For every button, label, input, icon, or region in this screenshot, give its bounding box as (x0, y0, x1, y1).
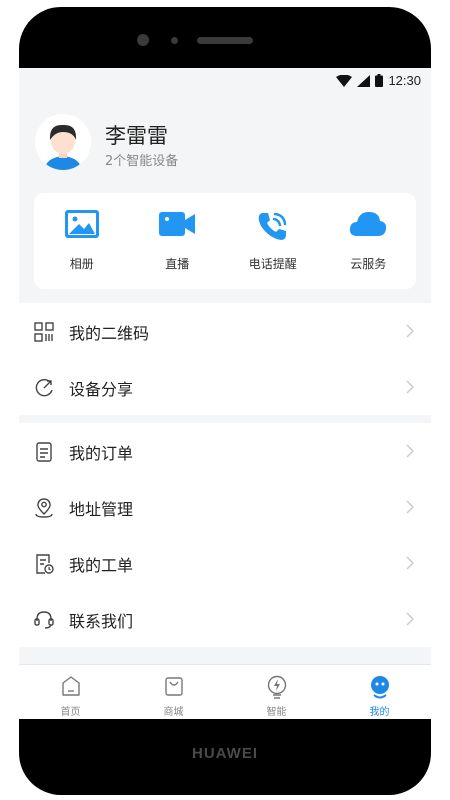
cellular-signal-icon (357, 74, 371, 87)
photo-album-icon (64, 210, 99, 238)
qr-code-icon (34, 322, 54, 342)
user-avatar-icon (35, 114, 91, 170)
menu-item-label: 地址管理 (69, 500, 134, 519)
sensor-dot (171, 37, 178, 44)
smart-bulb-icon (267, 675, 286, 699)
device-brand-logo: HUAWEI (192, 745, 258, 762)
front-camera (137, 34, 149, 46)
quick-action-call-reminder[interactable]: 电话提醒 (225, 193, 321, 289)
menu-group-qr-share: 我的二维码 设备分享 (19, 303, 431, 415)
chevron-right-icon (406, 324, 414, 338)
work-order-icon (36, 554, 54, 574)
menu-item-label: 我的工单 (69, 556, 134, 575)
quick-action-label: 云服务 (350, 257, 387, 271)
quick-action-label: 直播 (165, 257, 190, 271)
profile-name: 李雷雷 (105, 124, 168, 148)
quick-action-album[interactable]: 相册 (34, 193, 130, 289)
battery-icon (375, 74, 384, 87)
video-camera-icon (159, 212, 196, 236)
quick-action-label: 电话提醒 (248, 257, 297, 271)
quick-action-label: 相册 (69, 257, 94, 271)
order-icon (36, 442, 52, 462)
bottom-tab-bar: 首页 商城 智能 我的 (19, 664, 431, 719)
headset-icon (34, 611, 54, 629)
chevron-right-icon (406, 380, 414, 394)
tab-label: 智能 (266, 707, 287, 718)
tab-me[interactable]: 我的 (328, 665, 431, 719)
tab-label: 商城 (163, 707, 184, 718)
menu-item-address-management[interactable]: 地址管理 (19, 479, 431, 535)
tab-home[interactable]: 首页 (19, 665, 122, 719)
quick-action-live[interactable]: 直播 (130, 193, 226, 289)
tab-label: 我的 (369, 707, 390, 718)
menu-item-label: 我的订单 (69, 444, 134, 463)
shop-icon (164, 677, 183, 696)
app-screen: 12:30 李雷雷 2个智能设备 相册 直播 电话提醒 云服务 我的二维码 设备… (19, 68, 431, 719)
menu-item-label: 设备分享 (69, 380, 134, 399)
chevron-right-icon (406, 500, 414, 514)
menu-item-my-work-orders[interactable]: 我的工单 (19, 535, 431, 591)
device-count: 2个智能设备 (105, 154, 179, 169)
phone-ring-icon (258, 212, 286, 240)
menu-item-my-qr-code[interactable]: 我的二维码 (19, 303, 431, 359)
menu-item-label: 联系我们 (69, 612, 134, 631)
menu-item-label: 我的二维码 (69, 324, 150, 343)
tab-shop[interactable]: 商城 (122, 665, 225, 719)
menu-item-contact-us[interactable]: 联系我们 (19, 591, 431, 647)
chevron-right-icon (406, 556, 414, 570)
location-pin-icon (35, 498, 53, 518)
chevron-right-icon (406, 444, 414, 458)
status-time: 12:30 (388, 73, 421, 88)
quick-actions-card: 相册 直播 电话提醒 云服务 (34, 193, 416, 289)
tab-label: 首页 (60, 707, 81, 718)
menu-group-orders: 我的订单 地址管理 我的工单 联系我们 (19, 423, 431, 647)
earpiece-speaker (197, 37, 253, 44)
share-icon (35, 378, 53, 397)
chevron-right-icon (406, 612, 414, 626)
tab-smart[interactable]: 智能 (225, 665, 328, 719)
wifi-icon (336, 74, 353, 87)
status-bar: 12:30 (19, 68, 431, 94)
menu-item-my-orders[interactable]: 我的订单 (19, 423, 431, 479)
avatar[interactable] (35, 114, 91, 170)
menu-item-device-share[interactable]: 设备分享 (19, 359, 431, 415)
home-icon (61, 676, 80, 696)
phone-frame: 12:30 李雷雷 2个智能设备 相册 直播 电话提醒 云服务 我的二维码 设备… (19, 7, 431, 795)
profile-face-icon (370, 676, 389, 699)
cloud-icon (350, 212, 387, 236)
quick-action-cloud[interactable]: 云服务 (321, 193, 417, 289)
